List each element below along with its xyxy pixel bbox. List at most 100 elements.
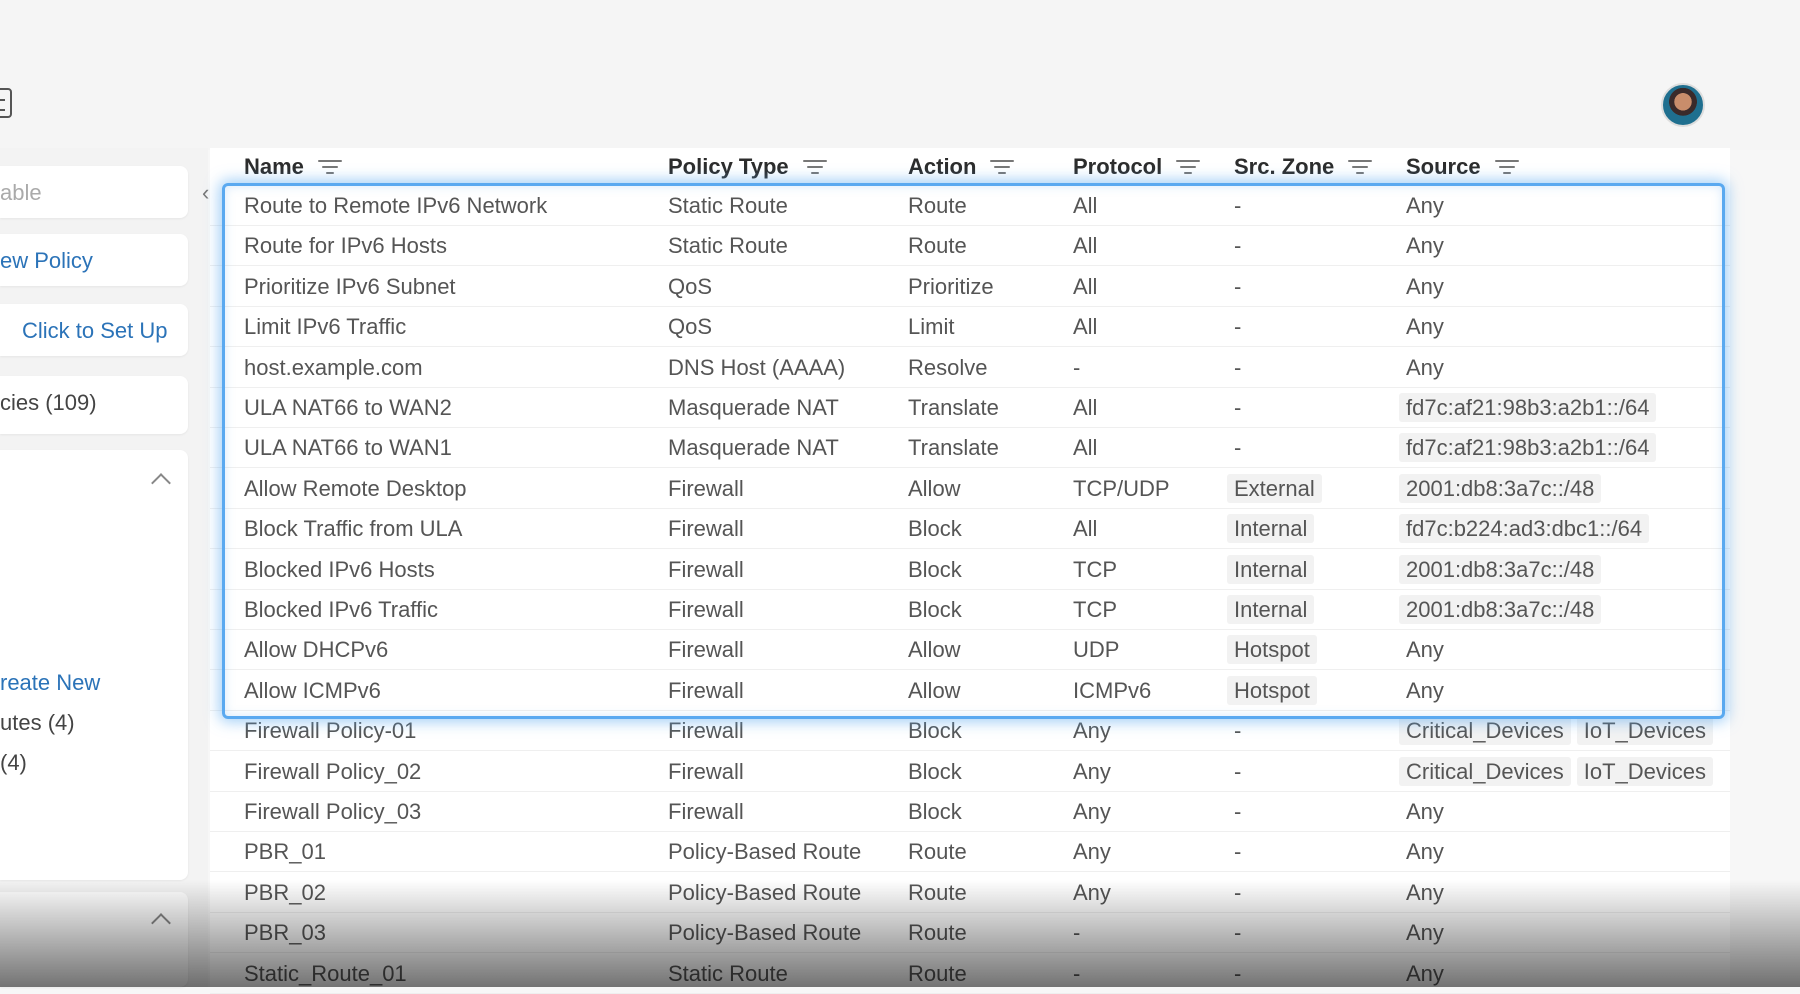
cell-source: Critical_Devices IoT_Devices [1399, 756, 1713, 786]
cell-action: Translate [908, 435, 999, 461]
chevron-up-icon[interactable] [151, 473, 171, 493]
setup-card[interactable]: Click to Set Up [0, 304, 188, 356]
routes-count[interactable]: utes (4) [0, 710, 75, 736]
cell-action: Route [908, 960, 967, 986]
cell-zone: Internal [1227, 595, 1315, 624]
cell-name: host.example.com [244, 354, 423, 380]
cell-name: PBR_03 [244, 920, 326, 946]
column-label: Src. Zone [1234, 154, 1335, 179]
column-header-src-zone[interactable]: Src. Zone [1234, 154, 1373, 180]
cell-name: Firewall Policy-01 [244, 718, 417, 744]
table-row[interactable]: Firewall Policy-01 Firewall Block Any - Criti… [210, 710, 1730, 752]
cell-protocol: ICMPv6 [1073, 677, 1152, 703]
source-tag: fd7c:af21:98b3:a2b1::/64 [1399, 393, 1657, 422]
table-row[interactable]: Allow Remote Desktop Firewall Allow TCP/UDP… [210, 468, 1730, 509]
table-row[interactable]: Firewall Policy_02 Firewall Block Any - Criti… [210, 751, 1730, 792]
table-row[interactable]: Allow DHCPv6 Firewall Allow UDP Hotspot Any [210, 629, 1730, 671]
cell-source: 2001:db8:3a7c::/48 [1399, 554, 1602, 584]
source-tag: IoT_Devices [1576, 756, 1713, 786]
other-count[interactable]: (4) [0, 750, 27, 776]
cell-name: Static_Route_01 [244, 960, 407, 986]
table-row[interactable]: Blocked IPv6 Hosts Firewall Block TCP Intern… [210, 549, 1730, 590]
source-tag: IoT_Devices [1576, 716, 1713, 746]
filter-icon[interactable] [990, 158, 1015, 176]
new-policy-link[interactable]: ew Policy [0, 248, 93, 274]
table-row[interactable]: Static_Route_01 Static Route Route - - Any [210, 953, 1730, 994]
policies-card[interactable]: cies (109) [0, 376, 188, 434]
filter-icon[interactable] [1348, 158, 1373, 176]
table-row[interactable]: ULA NAT66 to WAN1 Masquerade NAT Translate… [210, 427, 1730, 469]
zone-tag: Internal [1227, 595, 1315, 624]
cell-source: Any [1406, 677, 1444, 703]
cell-source: fd7c:af21:98b3:a2b1::/64 [1399, 433, 1657, 463]
cell-action: Route [908, 839, 967, 865]
cell-zone: - [1234, 193, 1242, 218]
column-header-name[interactable]: Name [244, 154, 342, 180]
table-row[interactable]: PBR_03 Policy-Based Route Route - - Any [210, 912, 1730, 954]
cell-type: QoS [668, 273, 713, 299]
filter-icon[interactable] [1176, 158, 1201, 176]
filter-icon[interactable] [1494, 158, 1519, 176]
column-header-action[interactable]: Action [908, 154, 1015, 180]
cell-source: fd7c:af21:98b3:a2b1::/64 [1399, 393, 1657, 422]
policies-count[interactable]: cies (109) [0, 390, 97, 416]
cell-type: Static Route [668, 193, 788, 218]
table-row[interactable]: Prioritize IPv6 Subnet QoS Prioritize All - A… [210, 266, 1730, 307]
cell-name: Allow ICMPv6 [244, 677, 381, 703]
table-row[interactable]: Allow ICMPv6 Firewall Allow ICMPv6 Hotspot An… [210, 670, 1730, 711]
column-header-source[interactable]: Source [1406, 154, 1519, 180]
cell-source: 2001:db8:3a7c::/48 [1399, 595, 1602, 624]
cell-source: Any [1406, 879, 1444, 905]
cell-protocol: Any [1073, 879, 1111, 905]
create-new-link[interactable]: reate New [0, 670, 100, 696]
cell-action: Allow [908, 677, 961, 703]
cell-protocol: - [1073, 354, 1081, 380]
table-row[interactable]: ULA NAT66 to WAN2 Masquerade NAT Translate… [210, 387, 1730, 428]
bottom-section-card [0, 892, 188, 987]
chevron-up-icon[interactable] [151, 913, 171, 933]
cell-type: QoS [668, 314, 713, 340]
cell-zone: - [1234, 839, 1242, 865]
table-row[interactable]: Blocked IPv6 Traffic Firewall Block TCP Inte… [210, 589, 1730, 630]
zone-tag: Internal [1227, 554, 1315, 584]
table-row[interactable]: Route to Remote IPv6 Network Static Route… [210, 185, 1730, 226]
app-menu-icon[interactable] [0, 88, 12, 118]
sidebar-search[interactable]: able [0, 166, 188, 218]
cell-zone: Hotspot [1227, 675, 1317, 705]
source-tag: 2001:db8:3a7c::/48 [1399, 554, 1602, 584]
table-row[interactable]: host.example.com DNS Host (AAAA) Resolve - -… [210, 347, 1730, 388]
cell-name: Firewall Policy_03 [244, 799, 422, 824]
cell-source: Critical_Devices IoT_Devices [1399, 716, 1713, 746]
new-policy-card[interactable]: ew Policy [0, 234, 188, 286]
setup-link[interactable]: Click to Set Up [22, 318, 168, 344]
sidebar: able ew Policy Click to Set Up cies (109… [0, 148, 208, 987]
cell-action: Route [908, 193, 967, 218]
zone-tag: Internal [1227, 514, 1315, 544]
table-row[interactable]: PBR_02 Policy-Based Route Route Any - Any [210, 872, 1730, 913]
cell-type: Policy-Based Route [668, 839, 862, 865]
cell-name: Blocked IPv6 Traffic [244, 597, 439, 622]
cell-source: fd7c:b224:ad3:dbc1::/64 [1399, 514, 1650, 544]
sidebar-search-input[interactable]: able [0, 180, 42, 206]
cell-name: Block Traffic from ULA [244, 516, 463, 542]
table-row[interactable]: Route for IPv6 Hosts Static Route Route All… [210, 225, 1730, 267]
table-header: Name Policy Type Action Protocol Src. Zo… [210, 148, 1730, 184]
table-row[interactable]: PBR_01 Policy-Based Route Route Any - Any [210, 831, 1730, 873]
table-row[interactable]: Block Traffic from ULA Firewall Block All In… [210, 508, 1730, 550]
zone-tag: Hotspot [1227, 635, 1317, 665]
cell-protocol: All [1073, 273, 1098, 299]
column-header-protocol[interactable]: Protocol [1073, 154, 1201, 180]
table-row[interactable]: Firewall Policy_03 Firewall Block Any - Any [210, 791, 1730, 832]
cell-source: Any [1406, 233, 1444, 259]
cell-name: Firewall Policy_02 [244, 758, 422, 784]
cell-protocol: UDP [1073, 637, 1120, 663]
source-tag: Critical_Devices [1399, 756, 1571, 786]
filter-icon[interactable] [317, 158, 342, 176]
filter-icon[interactable] [802, 158, 827, 176]
cell-zone: External [1227, 473, 1322, 503]
table-row[interactable]: Limit IPv6 Traffic QoS Limit All - Any [210, 306, 1730, 348]
cell-type: Firewall [668, 758, 744, 784]
user-avatar[interactable] [1661, 83, 1705, 127]
cell-action: Block [908, 799, 962, 824]
column-header-policy-type[interactable]: Policy Type [668, 154, 827, 180]
